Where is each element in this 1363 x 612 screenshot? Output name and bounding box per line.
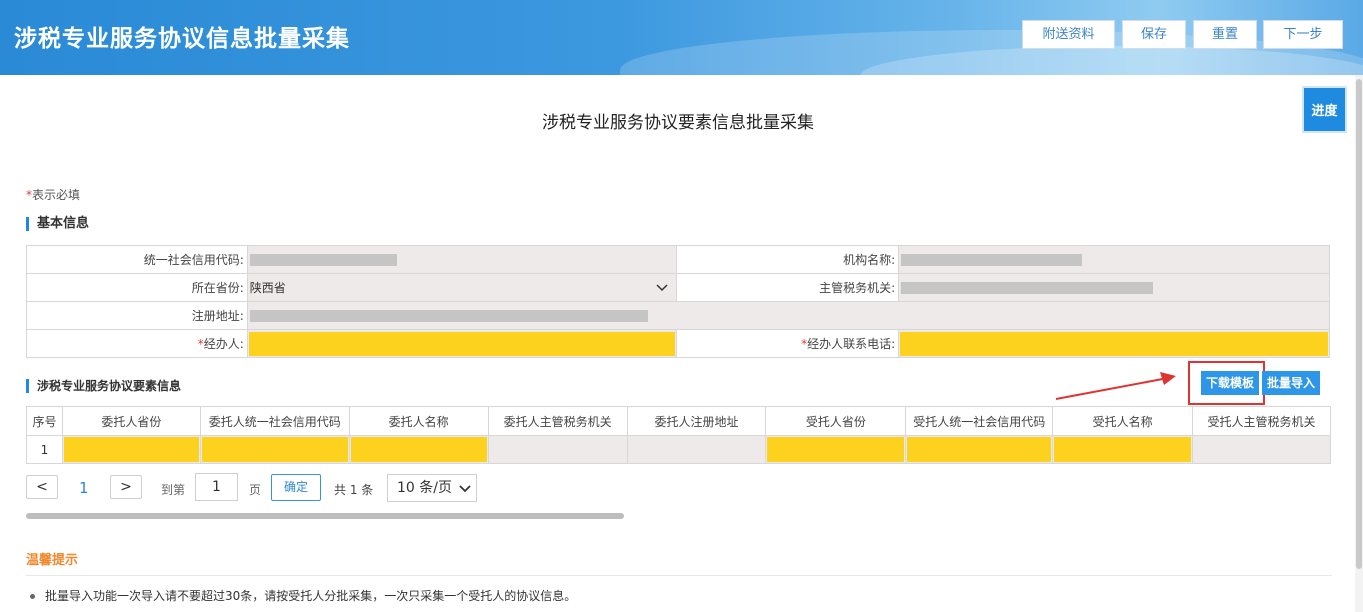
vertical-scrollbar[interactable] [1355,75,1363,612]
prev-page-button[interactable]: < [26,475,58,499]
divider [26,575,1332,576]
basic-info-section-title: 基本信息 [26,217,89,231]
tips-title: 温馨提示 [26,553,79,568]
next-step-button[interactable]: 下一步 [1263,20,1343,49]
page-unit-label: 页 [249,483,262,497]
handler-label: *经办人: [26,329,248,358]
table-cell-input[interactable] [348,435,489,464]
handler-phone-label-text: 经办人联系电话: [807,337,896,351]
download-template-button[interactable]: 下载模板 [1201,371,1259,395]
table-header-row: 序号 委托人省份 委托人统一社会信用代码 委托人名称 委托人主管税务机关 委托人… [26,406,1331,436]
column-header: 委托人名称 [348,406,489,436]
elements-section-title: 涉税专业服务协议要素信息 [26,379,181,393]
masked-value [249,310,648,322]
address-label: 注册地址: [26,301,248,330]
table-cell [487,435,628,464]
province-value: 陕西省 [249,281,286,295]
table-cell-input[interactable] [905,435,1054,464]
column-header: 委托人省份 [61,406,201,436]
goto-page-input[interactable]: 1 [195,473,238,501]
column-header: 受托人主管税务机关 [1192,406,1331,436]
handler-phone-input-box[interactable] [900,331,1328,356]
reset-button[interactable]: 重置 [1193,20,1257,49]
table-cell-input[interactable] [765,435,907,464]
masked-value [249,254,397,266]
handler-input[interactable] [246,329,678,358]
org-name-label: 机构名称: [676,245,900,274]
province-select[interactable]: 陕西省 [246,273,678,302]
column-header: 受托人统一社会信用代码 [905,406,1054,436]
page-title: 涉税专业服务协议要素信息批量采集 [542,113,814,133]
handler-phone-label: *经办人联系电话: [676,329,900,358]
column-header: 受托人名称 [1052,406,1194,436]
tip-text: 批量导入功能一次导入请不要超过30条，请按受托人分批采集，一次只采集一个受托人的… [45,589,577,603]
cell-input-box[interactable] [1054,437,1192,462]
tip-item: 批量导入功能一次导入请不要超过30条，请按受托人分批采集，一次只采集一个受托人的… [30,587,576,604]
org-name-field [898,245,1330,274]
page-size-value: 10 条/页 [397,480,452,496]
goto-label: 到第 [161,483,186,497]
required-note: *表示必填 [26,186,80,203]
goto-confirm-button[interactable]: 确定 [271,474,321,501]
row-index: 1 [26,435,63,464]
handler-phone-input[interactable] [898,329,1330,358]
basic-info-form: 统一社会信用代码: 机构名称: 所在省份: 陕西省 主管税务机关: 注册地址: … [26,245,1331,358]
tax-authority-field [898,273,1330,302]
table-cell [1192,435,1331,464]
masked-value [901,282,1154,294]
cell-input-box[interactable] [767,437,905,462]
masked-value [901,254,1083,266]
annotation-arrow-icon [1055,372,1176,400]
bullet-icon [30,594,35,599]
cell-input-box[interactable] [907,437,1052,462]
column-header: 委托人注册地址 [626,406,767,436]
horizontal-scrollbar[interactable] [26,513,624,519]
batch-import-button[interactable]: 批量导入 [1262,371,1320,395]
column-header: 序号 [26,406,63,436]
cell-input-box[interactable] [350,437,487,462]
total-count: 共 1 条 [334,483,374,497]
column-header: 委托人主管税务机关 [487,406,628,436]
column-header: 受托人省份 [765,406,907,436]
address-field [246,301,1331,330]
table-cell-input[interactable] [1052,435,1194,464]
column-header: 委托人统一社会信用代码 [199,406,350,436]
table-cell-input[interactable] [61,435,201,464]
elements-table: 序号 委托人省份 委托人统一社会信用代码 委托人名称 委托人主管税务机关 委托人… [26,406,1331,464]
save-button[interactable]: 保存 [1122,20,1186,49]
cell-input-box[interactable] [63,437,199,462]
table-cell-input[interactable] [199,435,350,464]
app-header: 涉税专业服务协议信息批量采集 附送资料 保存 重置 下一步 [0,0,1363,75]
table-row: 1 [26,435,1331,464]
chevron-down-icon [459,485,471,493]
province-label: 所在省份: [26,273,248,302]
next-page-button[interactable]: > [110,475,142,499]
page-size-select[interactable]: 10 条/页 [387,474,477,502]
table-cell [626,435,767,464]
handler-input-box[interactable] [248,331,676,356]
attach-documents-button[interactable]: 附送资料 [1022,20,1115,49]
required-note-text: 表示必填 [32,188,81,202]
chevron-down-icon [656,283,668,291]
handler-label-text: 经办人: [203,337,244,351]
credit-code-field [246,245,678,274]
app-title: 涉税专业服务协议信息批量采集 [14,26,350,52]
tax-authority-label: 主管税务机关: [676,273,900,302]
cell-input-box[interactable] [201,437,348,462]
scrollbar-thumb[interactable] [1356,79,1362,569]
current-page[interactable]: 1 [79,479,89,497]
credit-code-label: 统一社会信用代码: [26,245,248,274]
